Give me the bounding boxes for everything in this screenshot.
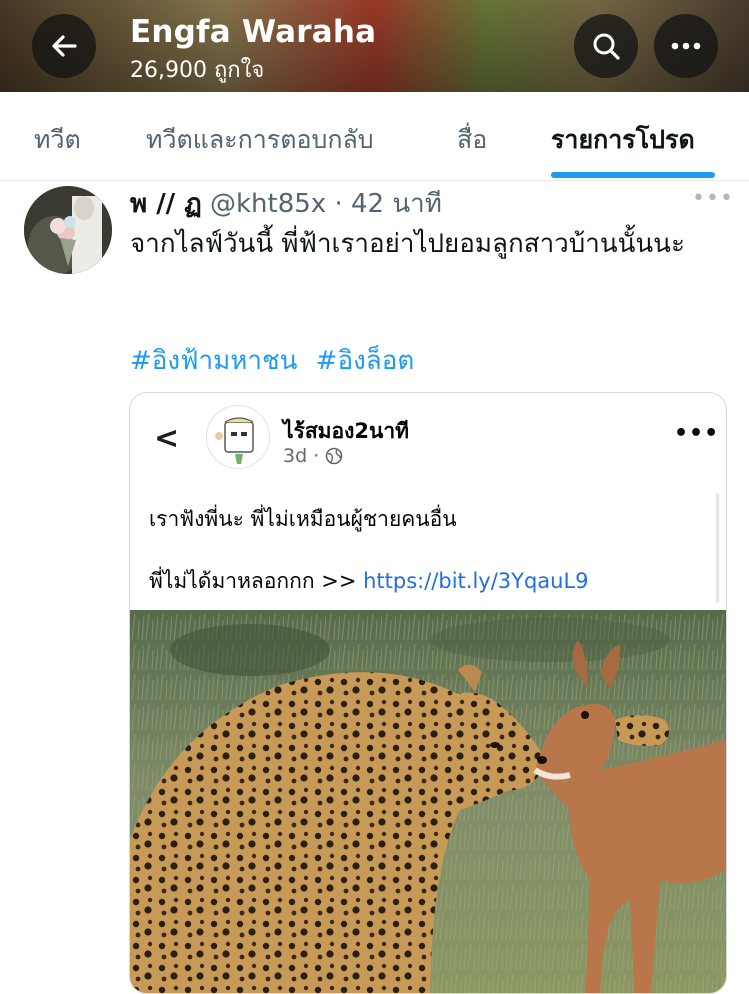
arrow-left-icon	[52, 35, 77, 57]
tab-likes[interactable]: รายการโปรด	[551, 120, 695, 160]
post-meta: 3d ·	[283, 445, 343, 467]
more-horizontal-icon	[671, 42, 701, 50]
tweet-text: จากไลฟ์วันนี้ พี่ฟ้าเราอย่าไปยอมลูกสาวบ้…	[130, 229, 685, 259]
tab-media[interactable]: สื่อ	[457, 120, 487, 160]
post-text-link-line: พี่ไม่ได้มาหลอกกก >> https://bit.ly/3Yqa…	[149, 565, 589, 598]
globe-icon	[325, 447, 343, 465]
tweet-hashtags: #อิงฟ้ามหาชน #อิงล็อต	[130, 340, 424, 381]
search-icon	[593, 33, 620, 60]
tweet-author-line: พ // ฏ @kht85x · 42 นาที	[130, 183, 442, 224]
page-avatar	[206, 405, 270, 469]
profile-header: Engfa Waraha 26,900 ถูกใจ	[0, 0, 749, 92]
hashtag-link[interactable]: #อิงล็อต	[316, 346, 415, 376]
back-button[interactable]	[32, 14, 96, 78]
hashtag-link[interactable]: #อิงฟ้ามหาชน	[130, 346, 297, 376]
author-handle[interactable]: @kht85x	[210, 189, 326, 219]
profile-tabs: ทวีต ทวีตและการตอบกลับ สื่อ รายการโปรด	[0, 92, 749, 181]
post-link-prefix: พี่ไม่ได้มาหลอกกก >>	[149, 569, 364, 593]
chevron-left-icon: <	[154, 421, 180, 456]
post-age: 3d ·	[283, 445, 320, 467]
profile-name: Engfa Waraha	[130, 14, 377, 50]
tweet-time: · 42 นาที	[334, 189, 442, 219]
tweet-more-icon[interactable]: •••	[692, 186, 734, 211]
embedded-media-card[interactable]: < ไร้สมอง2นาที 3d · ••• เราฟังพี่นะ พี่ไ…	[129, 392, 727, 994]
search-button[interactable]	[574, 14, 638, 78]
tab-tweets[interactable]: ทวีต	[34, 120, 81, 160]
more-options-button[interactable]	[654, 14, 718, 78]
post-link[interactable]: https://bit.ly/3YqauL9	[363, 569, 588, 593]
profile-likes-count: 26,900 ถูกใจ	[130, 58, 265, 83]
author-name[interactable]: พ // ฏ	[130, 189, 202, 219]
post-photo	[130, 610, 726, 993]
post-more-icon: •••	[674, 421, 720, 446]
tab-tweets-and-replies[interactable]: ทวีตและการตอบกลับ	[146, 120, 374, 160]
author-avatar[interactable]	[24, 186, 112, 274]
active-tab-indicator	[551, 172, 715, 178]
page-name: ไร้สมอง2นาที	[283, 419, 409, 443]
scrollbar	[716, 493, 719, 603]
post-text-line: เราฟังพี่นะ พี่ไม่เหมือนผู้ชายคนอื่น	[149, 507, 457, 531]
